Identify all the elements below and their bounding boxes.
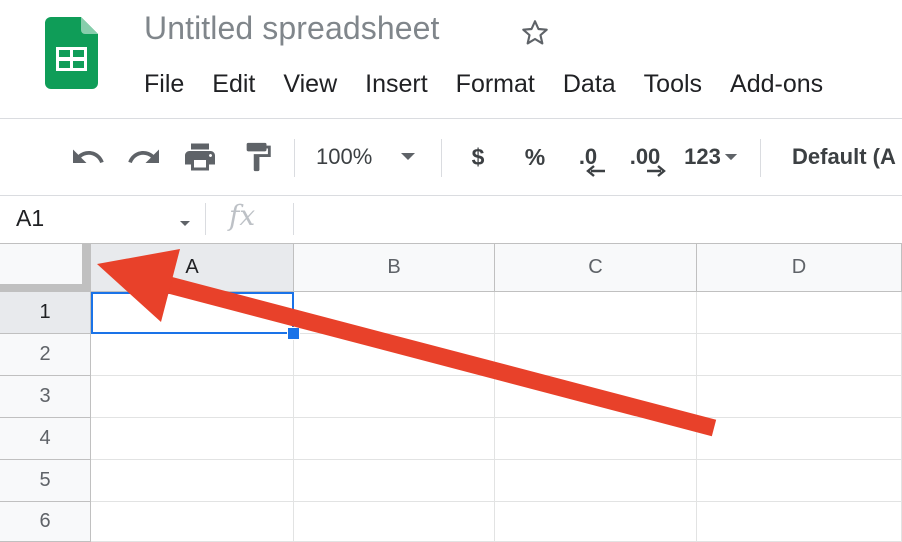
cell-b3[interactable] [294, 376, 495, 418]
row-header-1[interactable]: 1 [0, 292, 91, 334]
arrow-right-icon [647, 165, 666, 177]
sheets-logo-icon[interactable] [45, 17, 98, 89]
fx-icon: fx [229, 199, 256, 232]
cell-c2[interactable] [495, 334, 697, 376]
zoom-select[interactable]: 100% [316, 119, 436, 195]
cell-d3[interactable] [697, 376, 902, 418]
undo-button[interactable] [68, 119, 108, 195]
increase-decimal-button[interactable]: .00 [622, 119, 668, 195]
column-header-b[interactable]: B [294, 244, 495, 292]
chevron-down-icon [401, 153, 416, 160]
zoom-label: 100% [316, 144, 373, 169]
toolbar-separator [760, 139, 761, 177]
cell-c3[interactable] [495, 376, 697, 418]
redo-icon [128, 149, 159, 163]
cell-b6[interactable] [294, 502, 495, 542]
cell-c6[interactable] [495, 502, 697, 542]
select-all-corner[interactable] [0, 244, 91, 293]
cell-c1[interactable] [495, 292, 697, 334]
font-select[interactable]: Default (A [792, 119, 902, 195]
chevron-down-icon [724, 153, 737, 160]
name-box[interactable]: A1 [16, 205, 44, 232]
column-header-c[interactable]: C [495, 244, 697, 292]
percent-label: % [524, 143, 546, 170]
cell-d4[interactable] [697, 418, 902, 460]
decrease-decimal-button[interactable]: .0 [568, 119, 608, 195]
paint-format-button[interactable] [238, 119, 278, 195]
cell-d5[interactable] [697, 460, 902, 502]
star-outline-icon[interactable] [519, 17, 551, 49]
menu-bar: File Edit View Insert Format Data Tools … [130, 66, 837, 102]
more-formats-button[interactable]: 123 [678, 119, 744, 195]
paint-format-icon [246, 142, 271, 172]
menu-file[interactable]: File [130, 66, 198, 102]
toolbar-separator [441, 139, 442, 177]
toolbar: 100% $ % .0 .00 123 Default (A [0, 118, 902, 196]
currency-format-button[interactable]: $ [462, 119, 494, 195]
menu-data[interactable]: Data [549, 66, 630, 102]
cell-a4[interactable] [91, 418, 294, 460]
menu-format[interactable]: Format [442, 66, 549, 102]
fill-handle[interactable] [287, 327, 300, 340]
cell-b4[interactable] [294, 418, 495, 460]
name-box-dropdown-icon[interactable] [179, 220, 191, 228]
menu-edit[interactable]: Edit [198, 66, 269, 102]
row-header-3[interactable]: 3 [0, 376, 91, 418]
currency-label: $ [471, 143, 485, 170]
redo-button[interactable] [124, 119, 164, 195]
print-button[interactable] [180, 119, 220, 195]
cell-d1[interactable] [697, 292, 902, 334]
document-title[interactable]: Untitled spreadsheet [144, 10, 440, 47]
arrow-left-icon [586, 165, 605, 177]
undo-icon [73, 149, 104, 163]
column-header-a[interactable]: A [91, 244, 294, 292]
cell-a3[interactable] [91, 376, 294, 418]
active-cell-a1[interactable] [91, 292, 294, 334]
menu-add-ons[interactable]: Add-ons [716, 66, 837, 102]
cell-b1[interactable] [294, 292, 495, 334]
font-label: Default (A [792, 144, 896, 169]
cell-a2[interactable] [91, 334, 294, 376]
cell-c4[interactable] [495, 418, 697, 460]
toolbar-separator [294, 139, 295, 177]
cell-a6[interactable] [91, 502, 294, 542]
cell-d6[interactable] [697, 502, 902, 542]
row-header-2[interactable]: 2 [0, 334, 91, 376]
row-header-4[interactable]: 4 [0, 418, 91, 460]
row-header-5[interactable]: 5 [0, 460, 91, 502]
menu-view[interactable]: View [269, 66, 351, 102]
frozen-row-handle[interactable] [0, 284, 90, 292]
cell-d2[interactable] [697, 334, 902, 376]
formula-bar: A1 fx [0, 195, 902, 244]
cell-a5[interactable] [91, 460, 294, 502]
percent-format-button[interactable]: % [519, 119, 551, 195]
formula-bar-separator [205, 203, 206, 235]
menu-tools[interactable]: Tools [630, 66, 716, 102]
cell-c5[interactable] [495, 460, 697, 502]
menu-insert[interactable]: Insert [351, 66, 442, 102]
cell-b2[interactable] [294, 334, 495, 376]
row-header-6[interactable]: 6 [0, 502, 91, 542]
sheet-grid: A B C D 1 2 3 4 5 6 [0, 244, 902, 542]
cell-b5[interactable] [294, 460, 495, 502]
spreadsheet-app: Untitled spreadsheet File Edit View Inse… [0, 0, 902, 542]
print-icon [185, 143, 215, 171]
formula-input[interactable] [300, 195, 900, 243]
more-formats-label: 123 [684, 144, 721, 169]
formula-bar-separator [293, 203, 294, 235]
column-header-d[interactable]: D [697, 244, 902, 292]
